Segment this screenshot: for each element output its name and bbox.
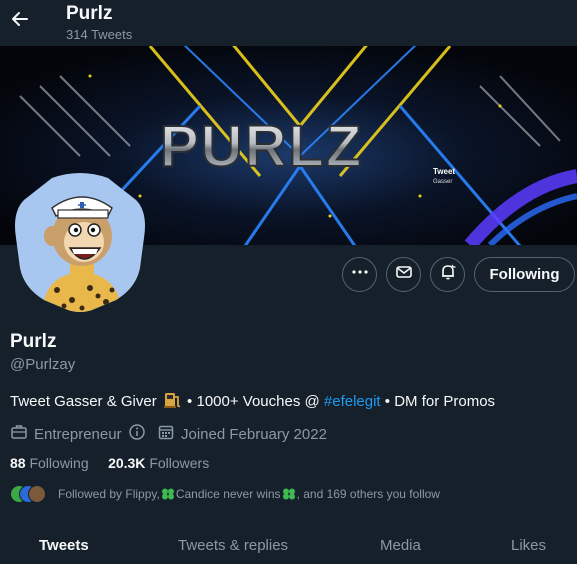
briefcase-icon [10,423,28,445]
avatar[interactable] [12,172,148,314]
profile-bio: Tweet Gasser & Giver • 1000+ Vouches @ #… [10,391,495,410]
bio-hashtag-link[interactable]: #efelegit [324,393,381,410]
fuel-pump-icon [161,391,183,409]
profile-name: Purlz [10,331,57,352]
message-button[interactable] [386,257,421,292]
profile-category: Entrepreneur [10,423,146,445]
tab-media[interactable]: Media [380,537,421,554]
back-arrow-icon[interactable] [6,5,34,33]
tab-tweets[interactable]: Tweets [39,537,89,554]
profile-header: Purlz 314 Tweets [0,0,577,46]
following-link[interactable]: 88 Following [10,455,89,471]
followers-you-know-avatars [10,484,50,504]
more-button[interactable] [342,257,377,292]
tab-likes[interactable]: Likes [511,537,546,554]
banner-tagline-2: Gasser [433,179,452,185]
following-label: Following [29,455,89,471]
clover-icon [281,487,297,501]
following-button[interactable]: Following [474,257,575,292]
following-count: 88 [10,455,26,471]
followers-count: 20.3K [108,455,146,471]
banner-tagline-1: Tweet [433,167,455,176]
tab-tweets-and-replies[interactable]: Tweets & replies [178,537,288,554]
followed-by-text-2: Candice never wins [175,487,281,501]
message-icon [395,263,413,286]
bio-text-1: Tweet Gasser & Giver [10,393,157,410]
banner-logo: PURLZ [160,114,363,179]
header-title: Purlz [66,3,113,24]
bio-text-3: • DM for Promos [380,393,496,410]
follow-counts: 88 Following 20.3K Followers [10,455,209,471]
bio-text-2: • 1000+ Vouches @ [182,393,324,410]
followers-link[interactable]: 20.3K Followers [108,455,209,471]
followers-label: Followers [149,455,210,471]
joined-label: Joined February 2022 [181,425,327,443]
followed-by[interactable]: Followed by Flippy, Candice never wins ,… [10,484,440,504]
notify-bell-icon [439,263,457,286]
clover-icon [160,487,176,501]
profile-tabs: Tweets Tweets & replies Media Likes [0,526,577,564]
more-icon [351,263,369,286]
profile-handle: @Purlzay [10,356,76,373]
calendar-icon [157,423,175,445]
tweet-count: 314 Tweets [66,27,133,42]
avatar [28,485,46,503]
category-label: Entrepreneur [34,425,122,443]
followed-by-text-1: Followed by Flippy, [58,487,160,501]
followed-by-text-3: , and 169 others you follow [296,487,440,501]
info-icon[interactable] [128,423,146,445]
notify-button[interactable] [430,257,465,292]
profile-joined: Joined February 2022 [157,423,327,445]
